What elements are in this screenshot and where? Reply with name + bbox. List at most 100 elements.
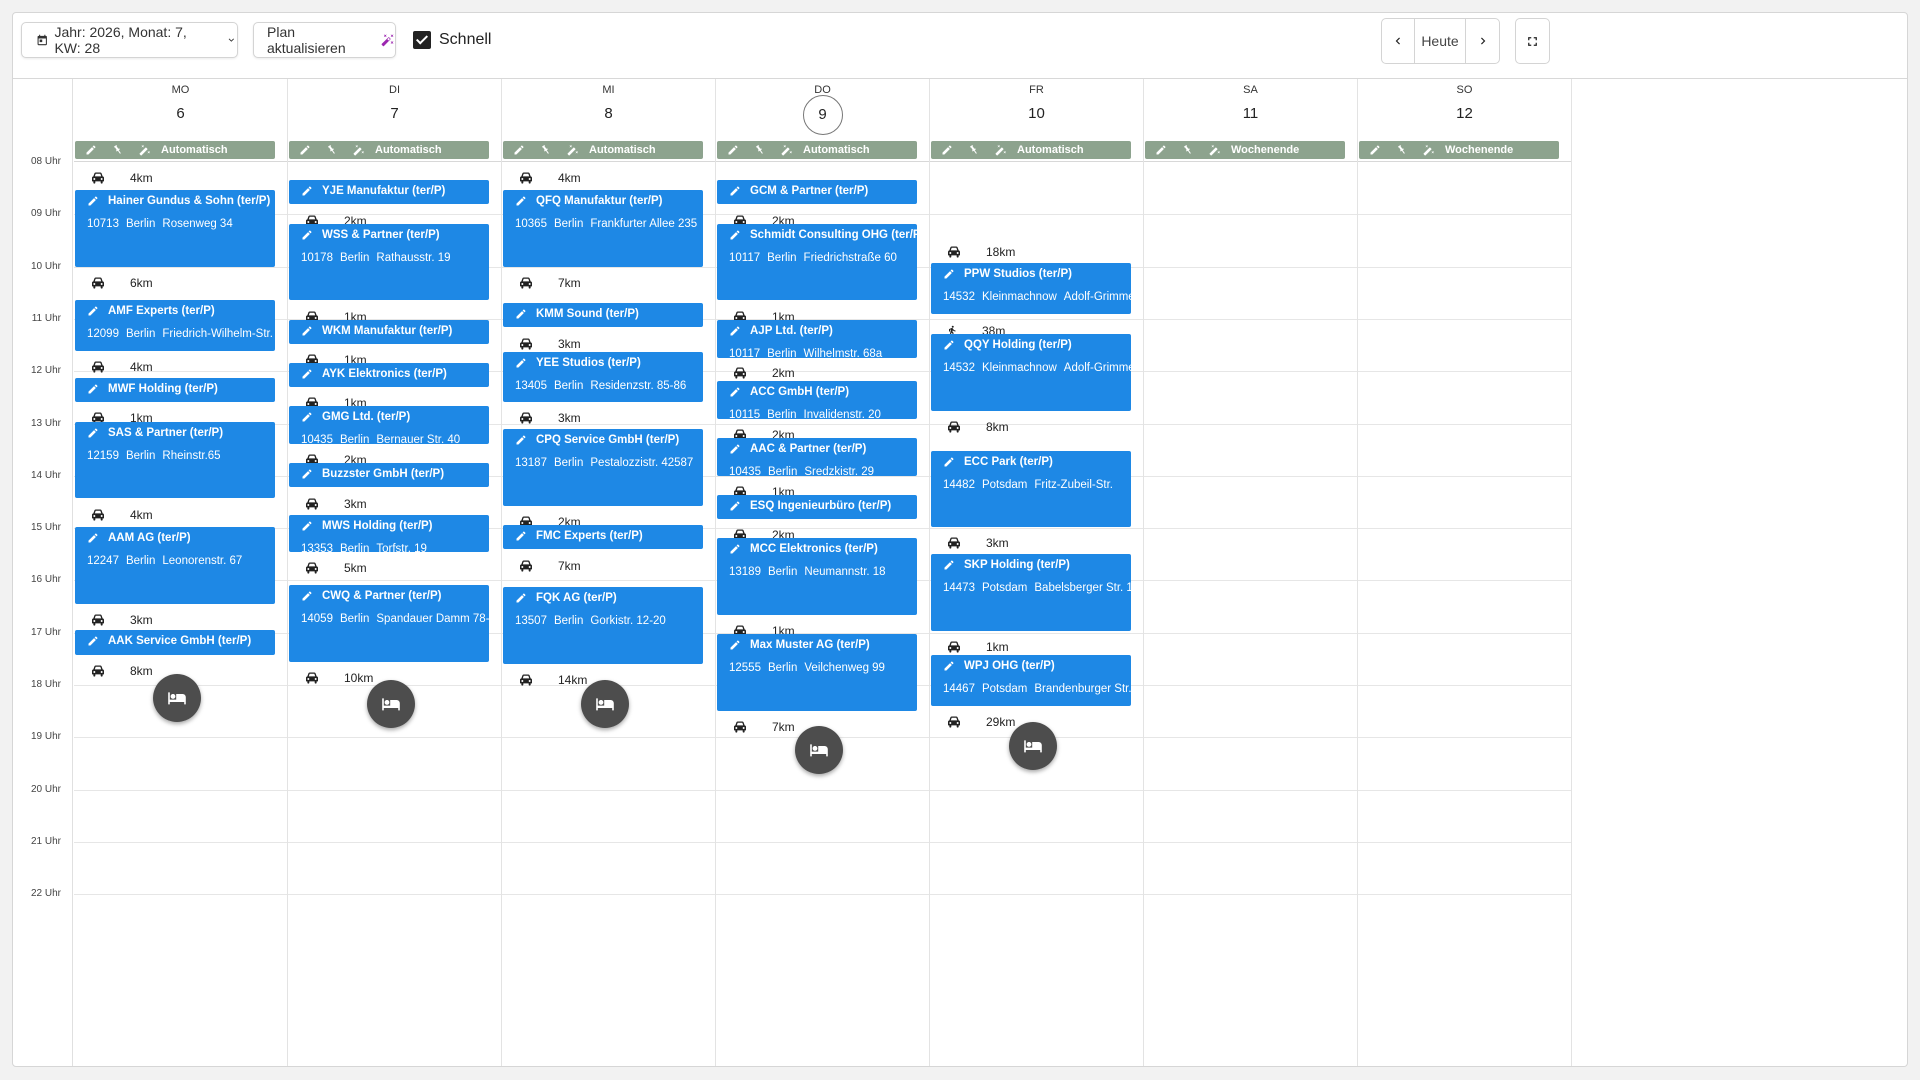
overnight-stay-button[interactable] [153, 674, 201, 722]
edit-icon[interactable] [289, 144, 321, 156]
edit-icon[interactable] [301, 368, 313, 380]
signpost-icon[interactable] [749, 144, 771, 156]
appointment-card[interactable]: YJE Manufaktur (ter/P) [289, 180, 489, 204]
edit-icon[interactable] [75, 144, 107, 156]
magic-wand-icon[interactable] [1199, 144, 1231, 156]
day-body[interactable] [1358, 161, 1571, 1066]
signpost-icon[interactable] [535, 144, 557, 156]
fullscreen-button[interactable] [1515, 18, 1550, 64]
planning-mode-bar[interactable]: Wochenende [1145, 141, 1345, 159]
magic-wand-icon[interactable] [985, 144, 1017, 156]
edit-icon[interactable] [729, 543, 741, 555]
appointment-card[interactable]: Buzzster GmbH (ter/P) [289, 463, 489, 487]
edit-icon[interactable] [515, 530, 527, 542]
signpost-icon[interactable] [107, 144, 129, 156]
signpost-icon[interactable] [963, 144, 985, 156]
fast-checkbox[interactable]: Schnell [413, 31, 491, 49]
appointment-card[interactable]: MWS Holding (ter/P) 13353 Berlin Torfstr. 1… [289, 515, 489, 552]
day-body[interactable]: 18km PPW Studios (ter/P) 14532 Kleinmachnow… [930, 161, 1143, 1066]
day-number[interactable]: 9 [716, 95, 929, 135]
edit-icon[interactable] [515, 592, 527, 604]
edit-icon[interactable] [87, 532, 99, 544]
previous-week-button[interactable] [1382, 19, 1415, 63]
magic-wand-icon[interactable] [129, 144, 161, 156]
day-body[interactable]: 4km Hainer Gundus & Sohn (ter/P) 10713 Berl… [74, 161, 287, 1066]
magic-wand-icon[interactable] [771, 144, 803, 156]
planning-mode-bar[interactable]: Automatisch [931, 141, 1131, 159]
day-number[interactable]: 11 [1144, 105, 1357, 122]
edit-icon[interactable] [515, 357, 527, 369]
appointment-card[interactable]: ACC GmbH (ter/P) 10115 Berlin Invalidenstr.… [717, 381, 917, 419]
edit-icon[interactable] [301, 185, 313, 197]
appointment-card[interactable]: AJP Ltd. (ter/P) 10117 Berlin Wilhelmstr. 6… [717, 320, 917, 358]
edit-icon[interactable] [515, 195, 527, 207]
appointment-card[interactable]: AAM AG (ter/P) 12247 Berlin Leonorenstr. 67 [75, 527, 275, 604]
edit-icon[interactable] [943, 456, 955, 468]
overnight-stay-button[interactable] [367, 680, 415, 728]
edit-icon[interactable] [87, 305, 99, 317]
appointment-card[interactable]: ESQ Ingenieurbüro (ter/P) [717, 495, 917, 519]
planning-mode-bar[interactable]: Automatisch [503, 141, 703, 159]
period-selector[interactable]: Jahr: 2026, Monat: 7, KW: 28 [21, 22, 238, 58]
appointment-card[interactable]: CWQ & Partner (ter/P) 14059 Berlin Spandaue… [289, 585, 489, 662]
edit-icon[interactable] [87, 383, 99, 395]
appointment-card[interactable]: GCM & Partner (ter/P) [717, 180, 917, 204]
day-number[interactable]: 8 [502, 105, 715, 122]
appointment-card[interactable]: AAC & Partner (ter/P) 10435 Berlin Sredzkis… [717, 438, 917, 476]
appointment-card[interactable]: MWF Holding (ter/P) [75, 378, 275, 402]
magic-wand-icon[interactable] [1413, 144, 1445, 156]
signpost-icon[interactable] [321, 144, 343, 156]
appointment-card[interactable]: MCC Elektronics (ter/P) 13189 Berlin Neuman… [717, 538, 917, 615]
edit-icon[interactable] [87, 635, 99, 647]
appointment-card[interactable]: WPJ OHG (ter/P) 14467 Potsdam Brandenburger… [931, 655, 1131, 706]
edit-icon[interactable] [931, 144, 963, 156]
edit-icon[interactable] [729, 386, 741, 398]
edit-icon[interactable] [943, 339, 955, 351]
edit-icon[interactable] [515, 434, 527, 446]
appointment-card[interactable]: FMC Experts (ter/P) [503, 525, 703, 549]
edit-icon[interactable] [301, 468, 313, 480]
day-number[interactable]: 10 [930, 105, 1143, 122]
edit-icon[interactable] [515, 308, 527, 320]
appointment-card[interactable]: Schmidt Consulting OHG (ter/P) 10117 Berli… [717, 224, 917, 300]
edit-icon[interactable] [301, 229, 313, 241]
appointment-card[interactable]: YEE Studios (ter/P) 13405 Berlin Residenzst… [503, 352, 703, 402]
appointment-card[interactable]: AYK Elektronics (ter/P) [289, 363, 489, 387]
appointment-card[interactable]: FQK AG (ter/P) 13507 Berlin Gorkistr. 12-20 [503, 587, 703, 664]
day-body[interactable]: YJE Manufaktur (ter/P) 2km WSS & Partner (… [288, 161, 501, 1066]
edit-icon[interactable] [729, 325, 741, 337]
signpost-icon[interactable] [1177, 144, 1199, 156]
appointment-card[interactable]: PPW Studios (ter/P) 14532 Kleinmachnow Adol… [931, 263, 1131, 314]
appointment-card[interactable]: WKM Manufaktur (ter/P) [289, 320, 489, 344]
overnight-stay-button[interactable] [1009, 722, 1057, 770]
appointment-card[interactable]: SAS & Partner (ter/P) 12159 Berlin Rheinstr… [75, 422, 275, 498]
appointment-card[interactable]: QQY Holding (ter/P) 14532 Kleinmachnow Adol… [931, 334, 1131, 411]
magic-wand-icon[interactable] [343, 144, 375, 156]
edit-icon[interactable] [1145, 144, 1177, 156]
planning-mode-bar[interactable]: Automatisch [289, 141, 489, 159]
day-body[interactable] [1144, 161, 1357, 1066]
edit-icon[interactable] [729, 639, 741, 651]
overnight-stay-button[interactable] [795, 726, 843, 774]
magic-wand-icon[interactable] [557, 144, 589, 156]
appointment-card[interactable]: Max Muster AG (ter/P) 12555 Berlin Veilchen… [717, 634, 917, 711]
appointment-card[interactable]: WSS & Partner (ter/P) 10178 Berlin Rathauss… [289, 224, 489, 300]
appointment-card[interactable]: AAK Service GmbH (ter/P) [75, 630, 275, 655]
edit-icon[interactable] [301, 325, 313, 337]
today-button[interactable]: Heute [1415, 19, 1467, 63]
appointment-card[interactable]: CPQ Service GmbH (ter/P) 13187 Berlin Pesta… [503, 429, 703, 506]
signpost-icon[interactable] [1391, 144, 1413, 156]
edit-icon[interactable] [717, 144, 749, 156]
day-number[interactable]: 6 [74, 105, 287, 122]
appointment-card[interactable]: AMF Experts (ter/P) 12099 Berlin Friedrich-… [75, 300, 275, 351]
appointment-card[interactable]: SKP Holding (ter/P) 14473 Potsdam Babelsber… [931, 554, 1131, 631]
edit-icon[interactable] [943, 268, 955, 280]
day-body[interactable]: 4km QFQ Manufaktur (ter/P) 10365 Berlin Fran… [502, 161, 715, 1066]
edit-icon[interactable] [729, 500, 741, 512]
day-number[interactable]: 12 [1358, 105, 1571, 122]
appointment-card[interactable]: GMG Ltd. (ter/P) 10435 Berlin Bernauer Str.… [289, 406, 489, 444]
appointment-card[interactable]: KMM Sound (ter/P) [503, 303, 703, 327]
day-number[interactable]: 7 [288, 105, 501, 122]
planning-mode-bar[interactable]: Automatisch [75, 141, 275, 159]
edit-icon[interactable] [729, 443, 741, 455]
